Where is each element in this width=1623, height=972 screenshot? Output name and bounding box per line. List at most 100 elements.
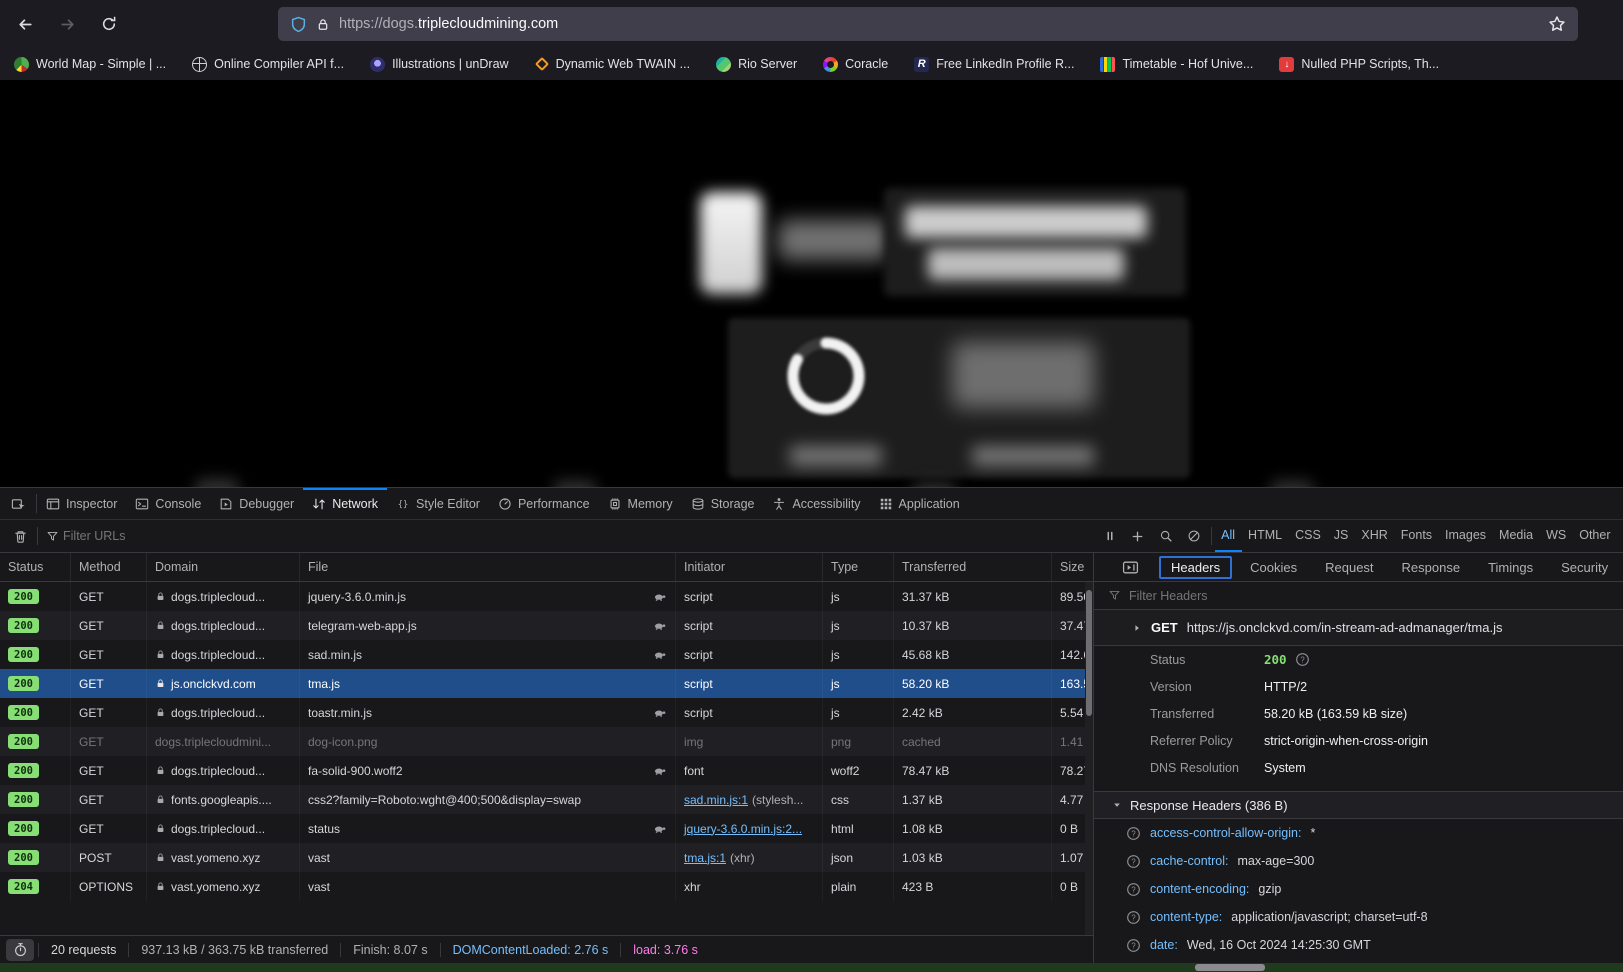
tab-performance[interactable]: Performance	[489, 488, 599, 519]
request-row[interactable]: 200GETdogs.triplecloud...jquery-3.6.0.mi…	[0, 582, 1093, 611]
bookmark-item[interactable]: Illustrations | unDraw	[370, 57, 509, 72]
filter-xhr[interactable]: XHR	[1355, 520, 1394, 552]
tab-network[interactable]: Network	[303, 488, 387, 519]
header-help-icon[interactable]: ?	[1126, 854, 1141, 869]
details-tab-timings[interactable]: Timings	[1474, 560, 1547, 575]
horizontal-scrollbar-thumb[interactable]	[1195, 964, 1265, 971]
tracking-protection-shield-icon[interactable]	[290, 16, 307, 33]
column-header-status[interactable]: Status	[0, 553, 71, 581]
tab-storage[interactable]: Storage	[682, 488, 764, 519]
filter-other[interactable]: Other	[1573, 520, 1617, 552]
initiator-cell: script	[676, 611, 823, 640]
header-help-icon[interactable]: ?	[1126, 882, 1141, 897]
tab-console[interactable]: Console	[126, 488, 210, 519]
tab-style-editor[interactable]: {}Style Editor	[387, 488, 489, 519]
domain-text: js.onclckvd.com	[171, 677, 256, 691]
bookmark-item[interactable]: World Map - Simple | ...	[14, 57, 166, 72]
request-row[interactable]: 200GETdogs.triplecloud...toastr.min.jssc…	[0, 698, 1093, 727]
tab-memory[interactable]: Memory	[599, 488, 682, 519]
request-row[interactable]: 200GETfonts.googleapis....css2?family=Ro…	[0, 785, 1093, 814]
bookmark-item[interactable]: Timetable - Hof Unive...	[1100, 57, 1253, 72]
header-help-icon[interactable]: ?	[1126, 910, 1141, 925]
tab-label: Performance	[518, 497, 590, 511]
header-help-icon[interactable]: ?	[1126, 826, 1141, 841]
details-tab-response[interactable]: Response	[1388, 560, 1475, 575]
column-header-initiator[interactable]: Initiator	[676, 553, 823, 581]
block-requests-button[interactable]	[1180, 520, 1208, 552]
request-row[interactable]: 200GETdogs.triplecloud...sad.min.jsscrip…	[0, 640, 1093, 669]
column-header-type[interactable]: Type	[823, 553, 894, 581]
expand-caret-icon[interactable]	[1132, 623, 1142, 633]
initiator-link[interactable]: tma.js:1	[684, 851, 726, 865]
column-header-size[interactable]: Size	[1052, 553, 1093, 581]
clear-requests-button[interactable]	[6, 520, 34, 552]
request-row[interactable]: 200GETjs.onclckvd.comtma.jsscriptjs58.20…	[0, 669, 1093, 698]
forward-button[interactable]	[50, 7, 84, 41]
bookmark-item[interactable]: Dynamic Web TWAIN ...	[535, 57, 691, 71]
filter-images[interactable]: Images	[1439, 520, 1493, 552]
bookmark-item[interactable]: ↓Nulled PHP Scripts, Th...	[1279, 57, 1439, 72]
detail-row-dns-resolution: DNS ResolutionSystem	[1094, 754, 1623, 781]
search-button[interactable]	[1152, 520, 1180, 552]
details-tab-headers[interactable]: Headers	[1159, 556, 1232, 579]
tab-application[interactable]: Application	[870, 488, 969, 519]
column-header-method[interactable]: Method	[71, 553, 147, 581]
filter-ws[interactable]: WS	[1540, 520, 1573, 552]
filter-media[interactable]: Media	[1493, 520, 1540, 552]
pause-traffic-button[interactable]	[1096, 520, 1124, 552]
request-row[interactable]: 204OPTIONSvast.yomeno.xyzvastxhrplain423…	[0, 872, 1093, 901]
filter-fonts[interactable]: Fonts	[1394, 520, 1438, 552]
worldmap-favicon	[14, 57, 29, 72]
request-row[interactable]: 200POSTvast.yomeno.xyzvasttma.js:1(xhr)j…	[0, 843, 1093, 872]
reload-button[interactable]	[92, 7, 126, 41]
header-help-icon[interactable]: ?	[1126, 938, 1141, 953]
scrollbar-thumb[interactable]	[1086, 590, 1092, 716]
bookmark-item[interactable]: Rio Server	[716, 57, 797, 72]
request-row[interactable]: 200GETdogs.triplecloudmini...dog-icon.pn…	[0, 727, 1093, 756]
tab-label: Storage	[711, 497, 755, 511]
type-cell: plain	[823, 872, 894, 901]
collapse-caret-icon[interactable]	[1112, 800, 1122, 810]
back-button[interactable]	[8, 7, 42, 41]
details-tab-request[interactable]: Request	[1311, 560, 1387, 575]
compiler-favicon	[192, 57, 207, 72]
initiator-text: script	[684, 706, 713, 720]
details-tab-security[interactable]: Security	[1547, 560, 1622, 575]
bookmark-star-icon[interactable]	[1548, 15, 1566, 33]
connection-lock-icon[interactable]	[316, 17, 330, 32]
tab-inspector[interactable]: Inspector	[37, 488, 126, 519]
tab-accessibility[interactable]: Accessibility	[763, 488, 869, 519]
filter-headers-input[interactable]	[1129, 589, 1429, 603]
bookmark-item[interactable]: RFree LinkedIn Profile R...	[914, 57, 1074, 72]
initiator-text: font	[684, 764, 704, 778]
tab-debugger[interactable]: Debugger	[210, 488, 303, 519]
column-header-file[interactable]: File	[300, 553, 676, 581]
timetable-favicon	[1100, 57, 1115, 72]
bookmark-item[interactable]: Online Compiler API f...	[192, 57, 344, 72]
bookmark-item[interactable]: Coracle	[823, 57, 888, 72]
initiator-link[interactable]: jquery-3.6.0.min.js:2...	[684, 822, 802, 836]
filter-js[interactable]: JS	[1327, 520, 1355, 552]
filter-urls-input[interactable]	[63, 520, 363, 552]
column-header-transferred[interactable]: Transferred	[894, 553, 1052, 581]
initiator-link[interactable]: sad.min.js:1	[684, 793, 748, 807]
help-icon[interactable]: ?	[1295, 652, 1310, 667]
request-row[interactable]: 200GETdogs.triplecloud...fa-solid-900.wo…	[0, 756, 1093, 785]
filter-all[interactable]: All	[1215, 520, 1242, 552]
throttling-stopwatch-icon[interactable]	[6, 939, 34, 961]
response-headers-section[interactable]: Response Headers (386 B)	[1094, 791, 1623, 819]
filter-css[interactable]: CSS	[1289, 520, 1328, 552]
request-row[interactable]: 200GETdogs.triplecloud...telegram-web-ap…	[0, 611, 1093, 640]
request-summary-row[interactable]: GET https://js.onclckvd.com/in-stream-ad…	[1094, 610, 1623, 646]
new-request-button[interactable]	[1124, 520, 1152, 552]
tab-label: Network	[332, 497, 378, 511]
details-pane-icon[interactable]	[1122, 559, 1139, 576]
details-tab-cookies[interactable]: Cookies	[1236, 560, 1311, 575]
pick-element-button[interactable]	[0, 488, 36, 519]
bookmark-label: Dynamic Web TWAIN ...	[556, 57, 691, 71]
request-row[interactable]: 200GETdogs.triplecloud...statusjquery-3.…	[0, 814, 1093, 843]
filter-html[interactable]: HTML	[1242, 520, 1289, 552]
url-bar[interactable]: https://dogs.triplecloudmining.com	[278, 7, 1578, 41]
column-header-domain[interactable]: Domain	[147, 553, 300, 581]
loading-spinner	[782, 332, 870, 420]
